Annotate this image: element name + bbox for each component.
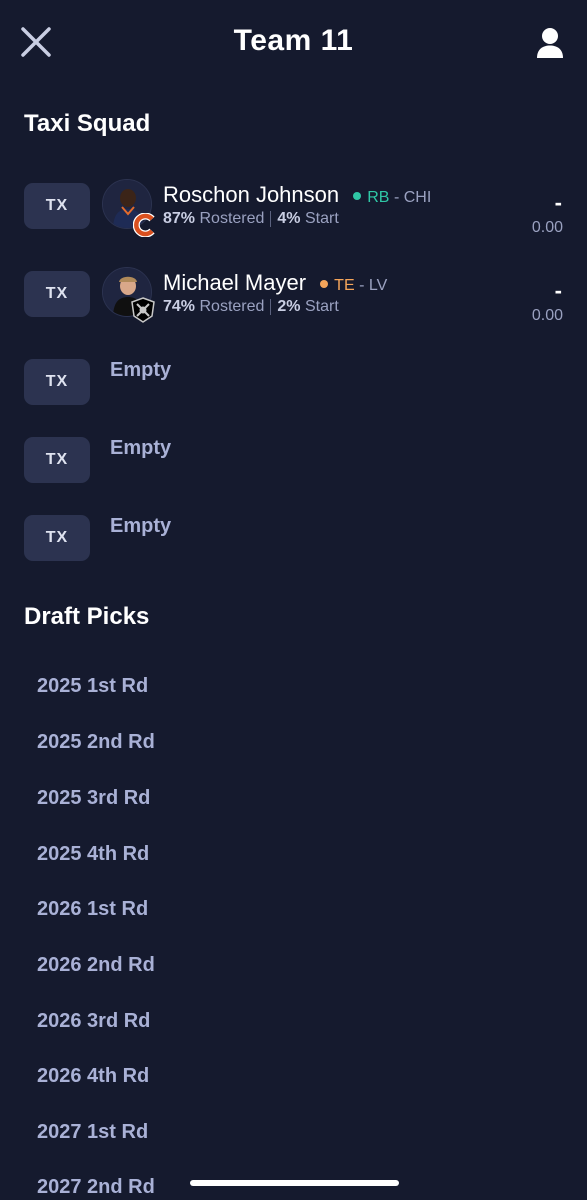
draft-pick-item[interactable]: 2026 1st Rd	[37, 898, 148, 921]
rostered-pct: 87%	[163, 210, 196, 227]
taxi-squad-title: Taxi Squad	[24, 110, 151, 137]
draft-pick-item[interactable]: 2025 3rd Rd	[37, 787, 150, 810]
draft-pick-item[interactable]: 2026 4th Rd	[37, 1065, 149, 1088]
start-label: Start	[304, 210, 339, 227]
divider	[270, 298, 272, 315]
taxi-slot-2[interactable]: TX Michael Mayer TE - LV 74% Rostered 2%	[0, 264, 587, 334]
player-name-line[interactable]: Roschon Johnson RB - CHI	[163, 182, 431, 208]
tx-badge[interactable]: TX	[24, 359, 90, 405]
projection-dash: -	[554, 190, 562, 215]
user-icon	[537, 28, 563, 58]
tx-badge[interactable]: TX	[24, 183, 90, 229]
empty-slot-label[interactable]: Empty	[110, 359, 171, 382]
team: - CHI	[393, 189, 432, 206]
team: - LV	[359, 277, 388, 294]
rostered-pct: 74%	[163, 298, 196, 315]
draft-pick-item[interactable]: 2025 2nd Rd	[37, 731, 155, 754]
position-dot	[353, 192, 362, 201]
draft-pick-item[interactable]: 2025 4th Rd	[37, 843, 149, 866]
taxi-slot-4[interactable]: TX Empty	[0, 430, 587, 490]
home-indicator[interactable]	[190, 1180, 399, 1186]
position-dot	[320, 280, 329, 289]
draft-pick-item[interactable]: 2027 2nd Rd	[37, 1176, 155, 1199]
draft-pick-item[interactable]: 2027 1st Rd	[37, 1121, 148, 1144]
taxi-slot-3[interactable]: TX Empty	[0, 352, 587, 412]
player-name[interactable]: Roschon Johnson	[163, 182, 339, 207]
tx-badge[interactable]: TX	[24, 515, 90, 561]
start-label: Start	[304, 298, 339, 315]
position: TE	[334, 277, 355, 294]
page-title: Team 11	[233, 24, 354, 57]
las-vegas-raiders-logo	[130, 297, 156, 323]
player-name-line[interactable]: Michael Mayer TE - LV	[163, 270, 387, 296]
taxi-slot-5[interactable]: TX Empty	[0, 508, 587, 568]
player-stats: 87% Rostered 4% Start	[163, 210, 339, 228]
taxi-slot-1[interactable]: TX Roschon Johnson RB - CHI 87% Rostered…	[0, 176, 587, 246]
rostered-label: Rostered	[199, 298, 265, 315]
draft-pick-item[interactable]: 2025 1st Rd	[37, 675, 148, 698]
projection-dash: -	[554, 278, 562, 303]
draft-pick-item[interactable]: 2026 3rd Rd	[37, 1010, 150, 1033]
start-pct: 4%	[277, 210, 301, 227]
divider	[270, 210, 272, 227]
chicago-bears-logo	[132, 212, 157, 238]
start-pct: 2%	[277, 298, 301, 315]
player-name[interactable]: Michael Mayer	[163, 270, 306, 295]
position-info: RB - CHI	[353, 189, 431, 206]
roster-screen: Team 11 Taxi Squad TX Roschon Johnson RB…	[0, 0, 587, 1200]
score-value: 0.00	[531, 219, 563, 236]
rostered-label: Rostered	[199, 210, 265, 227]
position-info: TE - LV	[320, 277, 387, 294]
profile-button[interactable]	[535, 27, 565, 59]
draft-pick-item[interactable]: 2026 2nd Rd	[37, 954, 155, 977]
header: Team 11	[0, 0, 587, 90]
tx-badge[interactable]: TX	[24, 437, 90, 483]
empty-slot-label[interactable]: Empty	[110, 515, 171, 538]
draft-picks-title: Draft Picks	[24, 603, 150, 630]
score-value: 0.00	[531, 307, 563, 324]
tx-badge[interactable]: TX	[24, 271, 90, 317]
empty-slot-label[interactable]: Empty	[110, 437, 171, 460]
player-stats: 74% Rostered 2% Start	[163, 298, 339, 316]
position: RB	[367, 189, 390, 206]
